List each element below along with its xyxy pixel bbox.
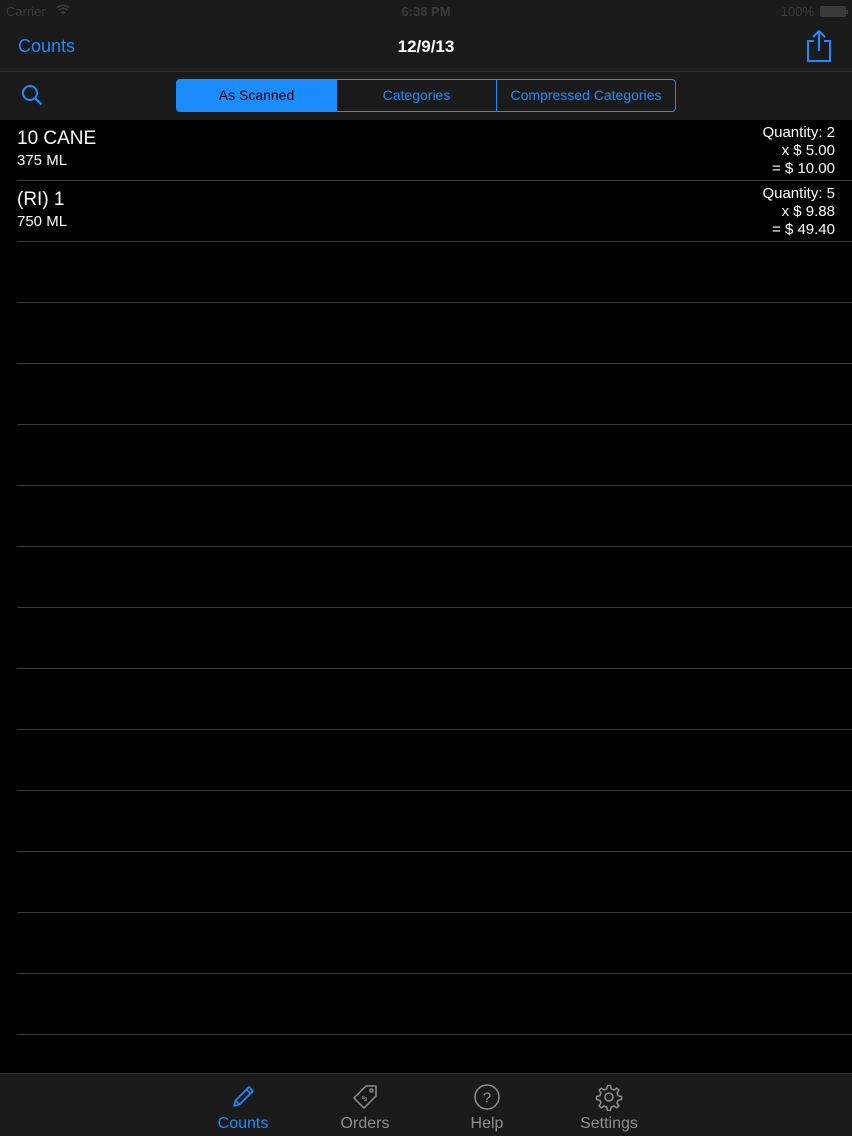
- item-unit-price: x $ 9.88: [781, 203, 835, 220]
- item-quantity: Quantity: 2: [762, 124, 835, 141]
- empty-row: [17, 425, 852, 486]
- battery-percent: 100%: [780, 4, 814, 19]
- page-title: 12/9/13: [397, 37, 455, 56]
- item-total: = $ 10.00: [772, 160, 835, 177]
- tab-settings[interactable]: Settings: [559, 1074, 659, 1136]
- segment-categories[interactable]: Categories: [337, 80, 497, 111]
- item-pricing: Quantity: 5 x $ 9.88 = $ 49.40: [762, 185, 835, 239]
- list-item[interactable]: 10 CANE 375 ML Quantity: 2 x $ 5.00 = $ …: [17, 120, 852, 181]
- empty-row: [17, 913, 852, 974]
- pencil-icon: [233, 1086, 254, 1107]
- item-pricing: Quantity: 2 x $ 5.00 = $ 10.00: [762, 124, 835, 178]
- tab-bar: Counts $ Orders ? Help Settings: [0, 1073, 852, 1136]
- empty-row: [17, 669, 852, 730]
- segment-compressed-categories[interactable]: Compressed Categories: [497, 80, 675, 111]
- view-mode-segmented-control: As Scanned Categories Compressed Categor…: [176, 79, 676, 112]
- item-unit-price: x $ 5.00: [781, 142, 835, 159]
- tag-icon: $: [353, 1085, 377, 1109]
- item-name: (RI) 1: [17, 189, 65, 210]
- segment-as-scanned[interactable]: As Scanned: [177, 80, 337, 111]
- status-bar: Carrier 6:38 PM 100%: [0, 0, 852, 22]
- tab-orders[interactable]: $ Orders: [315, 1074, 415, 1136]
- tab-label: Help: [470, 1115, 504, 1132]
- empty-row: [17, 303, 852, 364]
- share-icon[interactable]: [806, 30, 832, 62]
- battery-icon: [820, 6, 848, 17]
- empty-row: [17, 852, 852, 913]
- empty-row: [17, 791, 852, 852]
- item-size: 375 ML: [17, 152, 68, 169]
- svg-text:?: ?: [483, 1090, 491, 1107]
- tab-label: Counts: [217, 1115, 269, 1132]
- empty-row: [17, 547, 852, 608]
- navigation-bar: Counts 12/9/13: [0, 22, 852, 72]
- status-time: 6:38 PM: [401, 4, 451, 19]
- item-quantity: Quantity: 5: [762, 185, 835, 202]
- empty-row: [17, 242, 852, 303]
- tab-help[interactable]: ? Help: [437, 1074, 537, 1136]
- list-item[interactable]: (RI) 1 750 ML Quantity: 5 x $ 9.88 = $ 4…: [17, 181, 852, 242]
- empty-row: [17, 486, 852, 547]
- empty-row: [17, 608, 852, 669]
- item-size: 750 ML: [17, 213, 68, 230]
- empty-row: [17, 730, 852, 791]
- item-name: 10 CANE: [17, 128, 97, 149]
- tab-label: Settings: [580, 1115, 638, 1132]
- svg-text:$: $: [360, 1093, 370, 1103]
- tab-counts[interactable]: Counts: [193, 1074, 293, 1136]
- count-items-list: 10 CANE 375 ML Quantity: 2 x $ 5.00 = $ …: [0, 120, 852, 1073]
- tab-label: Orders: [340, 1115, 390, 1132]
- filter-toolbar: As Scanned Categories Compressed Categor…: [0, 72, 852, 120]
- item-total: = $ 49.40: [772, 221, 835, 238]
- search-icon[interactable]: [21, 84, 43, 106]
- empty-row: [17, 974, 852, 1035]
- empty-row: [17, 364, 852, 425]
- gear-icon: [595, 1084, 623, 1111]
- question-icon: ?: [474, 1084, 500, 1110]
